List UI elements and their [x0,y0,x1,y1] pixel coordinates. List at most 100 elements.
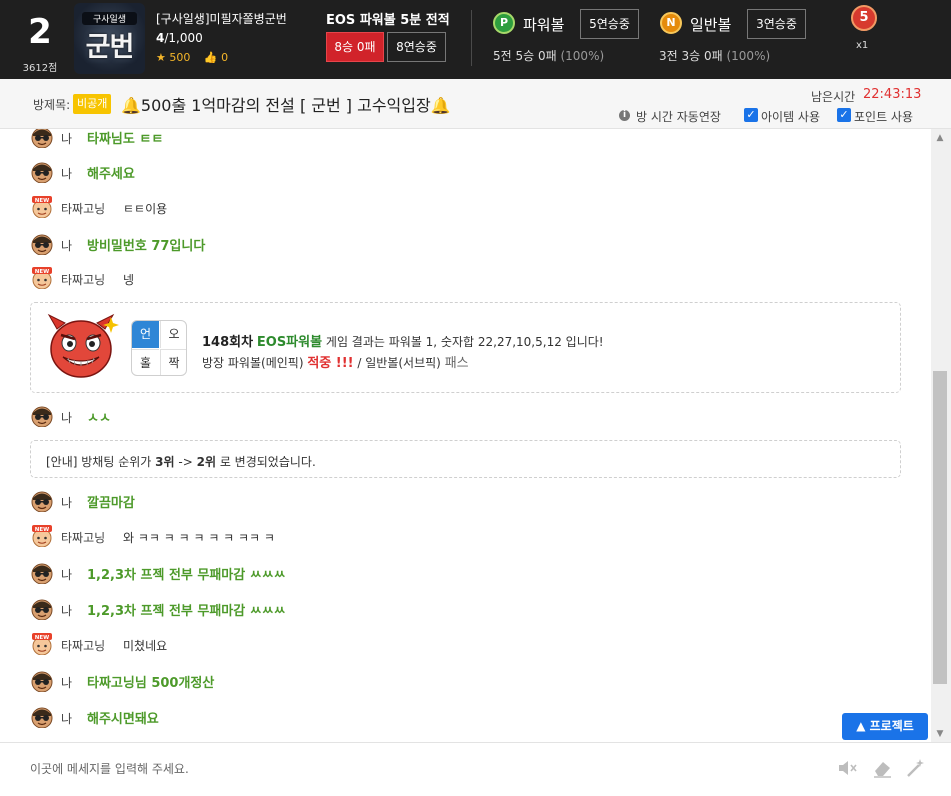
new-user-avatar-icon [30,633,54,655]
item-use-checkbox[interactable]: ✓ [744,108,758,122]
room-rank: 2 [28,12,52,52]
star-icon: ★ [156,51,166,64]
message-text: 타짜고닝님 500개정산 [87,676,215,691]
message-nick: 나 [61,132,73,146]
badge-multiplier: x1 [856,40,869,51]
header-divider [471,10,472,66]
rank-notice-text: [안내] 방채팅 순위가 3위 -> 2위 로 변경되었습니다. [46,455,316,469]
normalball-record: 3전 3승 0패 (100%) [659,49,771,63]
message-nick: 나 [61,676,73,690]
project-button[interactable]: ▲ 프로젝트 [842,713,928,740]
overall-streak-badge[interactable]: 8연승중 [387,32,446,62]
result-grid: 언 오 홀 짝 [131,320,187,376]
grid-cell-under: 언 [132,321,159,348]
level-badge-icon[interactable]: 5 [851,5,877,31]
message-text: 깔끔마감 [87,496,135,511]
message-text: 방비밀번호 77입니다 [87,239,206,254]
message-nick[interactable]: 타짜고닝 [61,271,105,288]
remaining-time-label: 남은시간 [811,90,856,104]
room-name: [구사일생]미필자쫄병군번 [156,12,287,26]
point-use-checkbox[interactable]: ✓ [837,108,851,122]
devil-mascot-icon [47,313,119,378]
message-text: 타짜님도 ㅌㅌ [87,132,164,147]
user-avatar-icon [30,670,54,692]
info-icon[interactable]: i [619,110,630,121]
point-use-label[interactable]: 포인트 사용 [854,108,913,125]
result-summary: 148회차 EOS파워볼 게임 결과는 파워볼 1, 숫자합 22,27,10,… [202,335,604,350]
room-stats: ★ 500 👍 0 [156,51,228,64]
user-avatar-icon [30,706,54,728]
normalball-icon: N [660,12,682,34]
auto-extend-option[interactable]: 방 시간 자동연장 [636,108,721,125]
message-text: 해주시면돼요 [87,712,159,727]
item-use-label[interactable]: 아이템 사용 [761,108,820,125]
result-picks: 방장 파워볼(메인픽) 적중 !!! / 일반볼(서브픽) 패스 [202,356,469,371]
room-points: 3612점 [22,63,58,74]
message-nick: 나 [61,604,73,618]
message-nick[interactable]: 타짜고닝 [61,637,105,654]
user-avatar-icon [30,490,54,512]
message-text: 1,2,3차 프젝 전부 무패마감 ㅆㅆㅆ [87,604,286,619]
bell-icon: 🔔 [121,96,141,115]
message-nick[interactable]: 타짜고닝 [61,529,105,546]
room-header: 2 3612점 구사일생 군번 [구사일생]미필자쫄병군번 4/1,000 ★ … [0,0,951,79]
eos-record-title: EOS 파워볼 5분 전적 [326,13,450,28]
grid-cell-even: 짝 [160,349,186,375]
user-avatar-icon [30,129,54,148]
new-user-avatar-icon [30,196,54,218]
star-count: 500 [169,51,191,64]
bell-icon: 🔔 [430,96,451,115]
message-nick: 나 [61,568,73,582]
grid-cell-odd: 홀 [132,349,159,375]
win-loss-badge[interactable]: 8승 0패 [326,32,384,62]
message-text: ㅅㅅ [87,411,111,426]
powerball-streak-badge[interactable]: 5연승중 [580,9,639,39]
scroll-down-arrow-icon[interactable]: ▼ [933,727,947,741]
user-avatar-icon [30,598,54,620]
message-nick: 나 [61,167,73,181]
scrollbar-thumb[interactable] [933,371,947,684]
message-text: 넹 [123,273,135,287]
message-text: ㅌㅌ이용 [123,202,168,216]
rank-notice-card: [안내] 방채팅 순위가 3위 -> 2위 로 변경되었습니다. [30,440,901,478]
message-nick[interactable]: 타짜고닝 [61,200,105,217]
powerball-record: 5전 5승 0패 (100%) [493,49,605,63]
normalball-streak-badge[interactable]: 3연승중 [747,9,806,39]
private-badge: 비공개 [73,94,112,114]
new-user-avatar-icon [30,267,54,289]
user-avatar-icon [30,233,54,255]
caret-up-icon: ▲ [856,719,866,733]
message-input-bar [0,742,951,796]
message-nick: 나 [61,496,73,510]
message-text: 와 ㅋㅋ ㅋ ㅋ ㅋ ㅋ ㅋ ㅋㅋ ㅋ [123,531,275,545]
mute-icon[interactable] [836,757,858,779]
user-avatar-icon [30,161,54,183]
message-text: 미쳤네요 [123,639,168,653]
eraser-icon[interactable] [871,757,893,779]
message-nick: 나 [61,239,73,253]
user-avatar-icon [30,562,54,584]
room-title-bar: 방제목: 비공개 🔔500출 1억마감의 전설 [ 군번 ] 고수익입장🔔 남은… [0,79,951,129]
message-input[interactable] [18,757,798,781]
normalball-label: 일반볼 [690,16,732,34]
new-user-avatar-icon [30,525,54,547]
thumbs-up-icon: 👍 [203,51,218,64]
message-nick: 나 [61,411,73,425]
like-count: 0 [221,51,229,64]
message-nick: 나 [61,712,73,726]
room-title: 🔔500출 1억마감의 전설 [ 군번 ] 고수익입장🔔 [121,96,451,115]
message-text: 해주세요 [87,167,135,182]
scroll-up-arrow-icon[interactable]: ▲ [933,131,947,145]
grid-cell-over: 오 [160,321,186,348]
powerball-label: 파워볼 [523,16,565,34]
game-result-card: 언 오 홀 짝 148회차 EOS파워볼 게임 결과는 파워볼 1, 숫자합 2… [30,302,901,393]
chat-log[interactable]: NEW 나 타짜님도 ㅌㅌ 나 해주세요 타짜고닝 ㅌㅌ이용 나 방비밀번호 7… [0,129,931,742]
title-label: 방제목: [33,98,71,112]
message-text: 1,2,3차 프젝 전부 무패마감 ㅆㅆㅆ [87,568,286,583]
remaining-time: 22:43:13 [863,87,922,102]
magic-wand-icon[interactable] [904,757,926,779]
member-count: 4/1,000 [156,31,203,45]
powerball-icon: P [493,12,515,34]
room-logo: 구사일생 군번 [74,3,145,74]
user-avatar-icon [30,405,54,427]
